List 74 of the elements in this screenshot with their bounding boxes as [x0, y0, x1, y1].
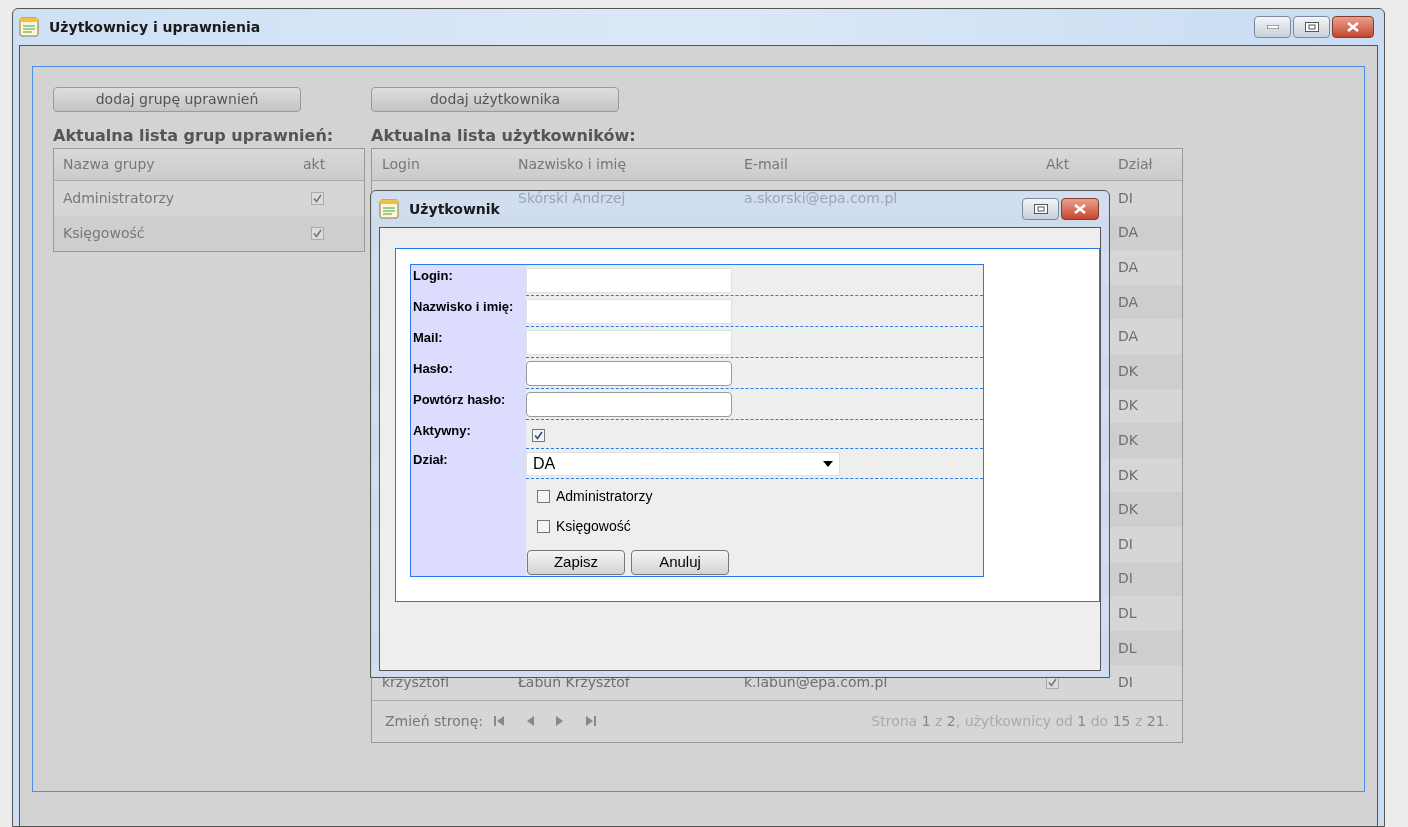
table-cell: DI: [1118, 535, 1133, 552]
minimize-icon: [1266, 25, 1279, 29]
restore-icon: [1033, 204, 1048, 214]
table-cell: DA: [1118, 293, 1139, 310]
table-cell: DK: [1118, 397, 1138, 414]
table-cell-text: Administratorzy: [63, 189, 176, 208]
table-cell: k.labun@epa.com.pl: [744, 674, 888, 691]
window-icon: [379, 199, 399, 219]
column-header: Dział: [1118, 156, 1153, 172]
table-cell-text: Księgowość: [63, 224, 146, 243]
table-cell: DA: [1118, 259, 1139, 275]
table-cell: a.skorski@epa.com.pl: [744, 189, 898, 206]
table-cell: krzysztofl: [382, 674, 449, 691]
checkbox[interactable]: [537, 490, 550, 503]
password-field[interactable]: [526, 360, 732, 386]
table-cell: DK: [1118, 466, 1138, 483]
window-icon: [19, 17, 39, 37]
table-cell: DK: [1118, 431, 1138, 448]
column-header: Nazwa grupy: [63, 155, 156, 174]
add-user-button[interactable]: dodaj użytkownika: [371, 87, 619, 112]
dialog-button[interactable]: Anuluj: [631, 550, 729, 575]
maximize-button[interactable]: [1022, 198, 1059, 220]
input-field[interactable]: [526, 298, 732, 324]
table-cell: DK: [1118, 362, 1138, 379]
checkbox[interactable]: [311, 227, 324, 240]
field-label: Hasło:: [412, 360, 454, 378]
department-dropdown[interactable]: DA: [526, 451, 840, 476]
checkbox-label: Administratorzy: [556, 487, 653, 506]
table-cell: Skórski Andrzej: [518, 189, 626, 206]
section-heading: Aktualna lista grup uprawnień:: [53, 126, 335, 146]
column-header: Nazwisko i imię: [518, 156, 627, 172]
close-icon: [1346, 22, 1360, 32]
dialog-button[interactable]: Zapisz: [527, 550, 625, 575]
minimize-button[interactable]: [1254, 16, 1291, 38]
dialog-title: Użytkownik: [409, 199, 500, 219]
add-group-button[interactable]: dodaj grupę uprawnień: [53, 87, 301, 112]
close-button[interactable]: [1061, 198, 1099, 220]
checkbox[interactable]: [537, 520, 550, 533]
table-cell: DI: [1118, 189, 1133, 206]
column-header: Login: [382, 156, 420, 172]
field-label: Login:: [412, 267, 454, 285]
table-cell: DA: [1118, 224, 1139, 241]
table-cell: DI: [1118, 570, 1133, 587]
column-header: E-mail: [744, 156, 788, 172]
field-label: Dział:: [412, 451, 449, 469]
column-header: akt: [303, 155, 326, 174]
checkbox[interactable]: [311, 192, 324, 205]
close-button[interactable]: [1332, 16, 1374, 38]
table-cell: DI: [1118, 674, 1133, 691]
checkbox[interactable]: [532, 428, 545, 442]
table-cell: DL: [1118, 604, 1137, 621]
field-label: Powtórz hasło:: [412, 391, 507, 409]
section-heading: Aktualna lista użytkowników:: [371, 126, 637, 146]
table-cell: Łabuń Krzysztof: [518, 674, 630, 691]
first-page-icon[interactable]: [493, 715, 506, 728]
column-header: Akt: [1046, 156, 1070, 172]
table-cell: DA: [1118, 328, 1139, 345]
close-icon: [1073, 204, 1087, 214]
field-label: Nazwisko i imię:: [412, 298, 515, 316]
checkbox-label: Księgowość: [556, 517, 631, 536]
table-cell: DL: [1118, 639, 1137, 656]
dropdown-arrow-icon: [823, 460, 833, 467]
input-field[interactable]: [526, 329, 732, 355]
restore-icon: [1304, 22, 1319, 32]
previous-page-icon[interactable]: [525, 715, 536, 728]
input-field[interactable]: [526, 267, 732, 293]
pager-label: Zmień stronę:: [385, 711, 484, 731]
password-field[interactable]: [526, 391, 732, 417]
last-page-icon[interactable]: [585, 715, 598, 728]
field-label: Mail:: [412, 329, 444, 347]
field-label: Aktywny:: [412, 422, 472, 440]
maximize-button[interactable]: [1293, 16, 1330, 38]
window-title: Użytkownicy i uprawnienia: [49, 17, 261, 37]
table-cell: DK: [1118, 501, 1138, 518]
